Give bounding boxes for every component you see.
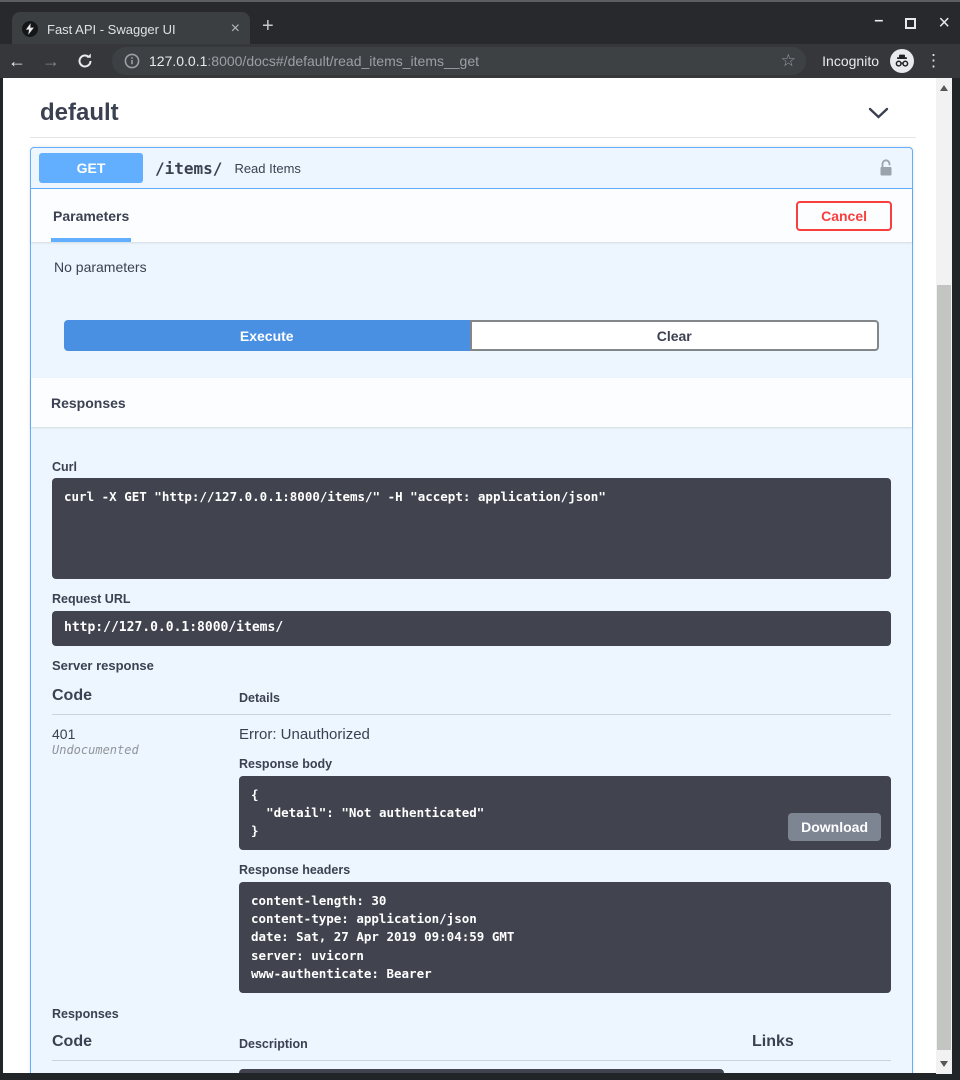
tag-title: default <box>40 99 119 127</box>
doc-response-row: 200 Successful Response No links <box>52 1061 891 1073</box>
cancel-button[interactable]: Cancel <box>796 201 892 231</box>
scrollbar-thumb[interactable] <box>937 285 951 1050</box>
url-text[interactable]: 127.0.0.1:8000/docs#/default/read_items_… <box>149 53 772 69</box>
window-minimize-button[interactable]: – <box>874 12 883 30</box>
tab-parameters[interactable]: Parameters <box>51 189 131 242</box>
tab-title: Fast API - Swagger UI <box>47 22 222 37</box>
opblock-get-items: GET /items/ Read Items Parameters Cancel… <box>30 147 913 1073</box>
code-column-header: Code <box>52 687 239 705</box>
status-code: 401 <box>52 726 239 742</box>
download-button[interactable]: Download <box>788 813 881 841</box>
status-code-note: Undocumented <box>52 743 239 757</box>
details-column-header: Details <box>239 691 752 705</box>
page-content: default GET /items/ Read Items Parameter… <box>3 78 936 1073</box>
doc-response-links: No links <box>752 1069 891 1073</box>
page-info-icon[interactable] <box>124 53 140 69</box>
incognito-label: Incognito <box>822 53 879 69</box>
responses-header: Responses <box>31 378 912 427</box>
response-headers-block[interactable]: content-length: 30 content-type: applica… <box>239 882 891 993</box>
scroll-down-arrow-icon[interactable] <box>940 1061 948 1067</box>
chevron-down-icon[interactable] <box>868 107 889 120</box>
documented-responses-label: Responses <box>52 1007 891 1021</box>
response-headers-label: Response headers <box>239 863 891 877</box>
execute-row: Execute Clear <box>31 275 912 378</box>
responses-title: Responses <box>51 395 126 411</box>
tag-divider <box>30 137 916 138</box>
server-response-table: Code Details 401 Undocumented Error: Una… <box>52 687 891 993</box>
server-response-row: 401 Undocumented Error: Unauthorized Res… <box>52 715 891 993</box>
error-description: Error: Unauthorized <box>239 726 891 743</box>
curl-label: Curl <box>52 460 891 474</box>
http-method-badge: GET <box>39 153 143 183</box>
new-tab-button[interactable]: + <box>262 16 274 36</box>
bookmark-star-icon[interactable]: ☆ <box>781 51 796 71</box>
responses-inner: Curl curl -X GET "http://127.0.0.1:8000/… <box>31 427 912 1073</box>
doc-description-header: Description <box>239 1037 752 1051</box>
tag-section-header[interactable]: default <box>40 99 889 127</box>
response-body-label: Response body <box>239 757 891 771</box>
request-url-label: Request URL <box>52 592 891 606</box>
back-icon[interactable]: ← <box>0 51 34 72</box>
request-url-value: http://127.0.0.1:8000/items/ <box>52 611 891 646</box>
window-maximize-button[interactable] <box>905 18 916 29</box>
scroll-up-arrow-icon[interactable] <box>940 85 948 91</box>
endpoint-path: /items/ <box>155 159 222 178</box>
tab-close-icon[interactable]: × <box>231 20 240 38</box>
server-response-label: Server response <box>52 658 891 673</box>
doc-response-description: Successful Response <box>239 1069 724 1073</box>
response-body-block[interactable]: { "detail": "Not authenticated" }Downloa… <box>239 776 891 850</box>
browser-menu-icon[interactable]: ⋮ <box>925 51 942 71</box>
endpoint-summary: Read Items <box>234 161 300 176</box>
browser-toolbar: ← → 127.0.0.1:8000/docs#/default/read_it… <box>0 44 960 78</box>
browser-titlebar: Fast API - Swagger UI × + – × <box>0 0 960 44</box>
reload-icon[interactable] <box>68 52 102 70</box>
execute-button[interactable]: Execute <box>64 320 470 351</box>
browser-tab[interactable]: Fast API - Swagger UI × <box>12 12 250 46</box>
doc-code-header: Code <box>52 1033 239 1051</box>
address-bar[interactable]: 127.0.0.1:8000/docs#/default/read_items_… <box>112 47 806 75</box>
page-scrollbar[interactable] <box>936 78 952 1074</box>
clear-button[interactable]: Clear <box>470 320 880 351</box>
forward-icon[interactable]: → <box>34 51 68 72</box>
fastapi-favicon-icon <box>22 21 38 37</box>
no-parameters-text: No parameters <box>31 242 912 275</box>
curl-command[interactable]: curl -X GET "http://127.0.0.1:8000/items… <box>52 478 891 579</box>
auth-lock-button[interactable] <box>878 159 894 178</box>
doc-links-header: Links <box>752 1033 891 1051</box>
documented-responses-table: Code Description Links 200 Successful Re… <box>52 1033 891 1073</box>
incognito-icon <box>890 49 914 73</box>
parameters-header: Parameters Cancel <box>31 189 912 242</box>
opblock-summary[interactable]: GET /items/ Read Items <box>31 148 912 189</box>
doc-status-code: 200 <box>52 1069 239 1073</box>
window-close-button[interactable]: × <box>938 12 950 35</box>
